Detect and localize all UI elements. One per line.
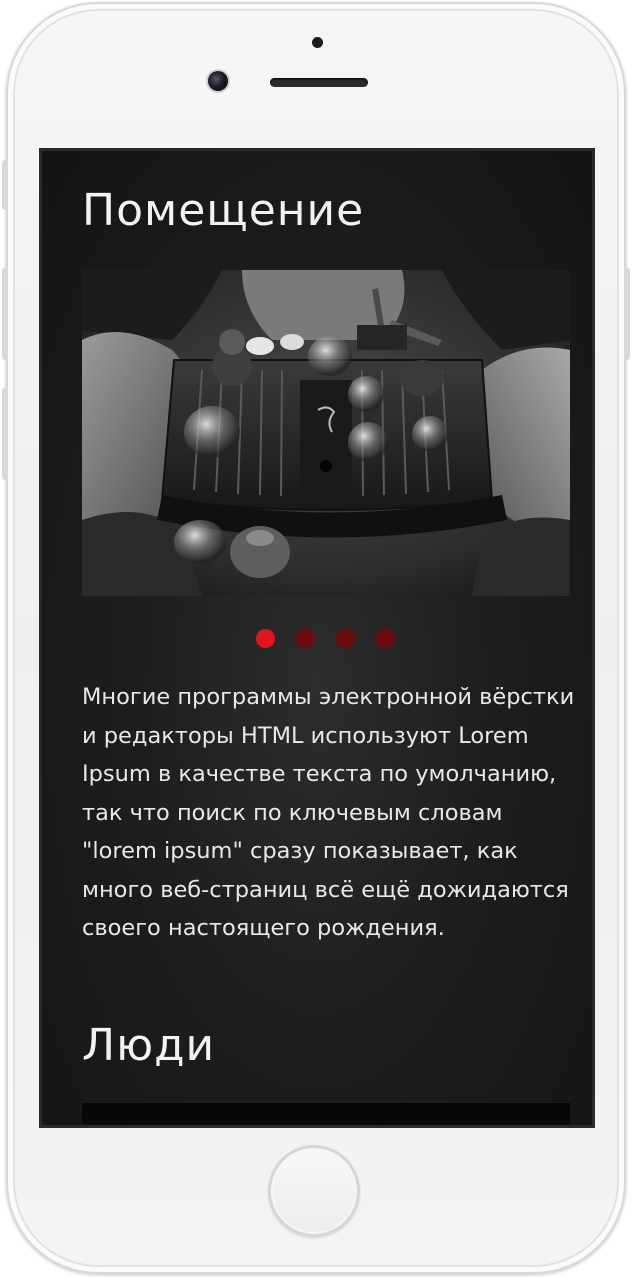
mute-switch	[2, 160, 8, 210]
earpiece-speaker	[270, 78, 368, 87]
phone-frame: Помещение Многие программы электронной в…	[6, 2, 626, 1274]
slider-pagination	[256, 629, 395, 649]
section-title-people: Люди	[82, 1020, 216, 1071]
slider-image[interactable]	[82, 270, 570, 596]
app-screen: Помещение Многие программы электронной в…	[42, 151, 592, 1125]
slider-dot-3[interactable]	[336, 629, 355, 648]
proximity-sensor	[312, 37, 323, 48]
tea-table-photo	[82, 270, 570, 596]
room-description: Многие программы электронной вёрстки и р…	[82, 684, 575, 941]
people-image-preview	[82, 1103, 570, 1125]
slider-dot-4[interactable]	[376, 629, 395, 648]
volume-down-button	[2, 388, 8, 480]
home-button-icon[interactable]	[268, 1145, 360, 1237]
volume-up-button	[2, 268, 8, 360]
power-button	[624, 268, 630, 360]
front-camera-icon	[208, 71, 228, 91]
section-title-room: Помещение	[82, 185, 365, 236]
slider-dot-1[interactable]	[256, 629, 275, 648]
slider-dot-2[interactable]	[296, 629, 315, 648]
